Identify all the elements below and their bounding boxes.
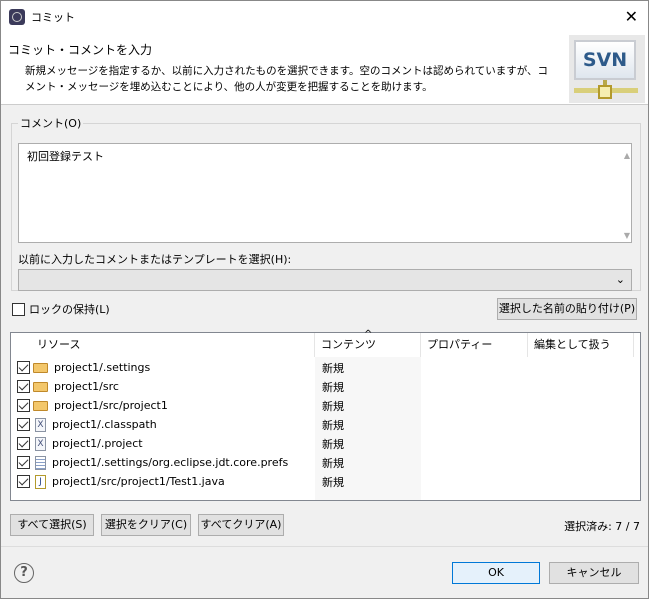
title-bar: コミット ✕ xyxy=(1,1,648,33)
clear-all-button[interactable]: すべてクリア(A) xyxy=(198,514,284,536)
column-treat-as-edit[interactable]: 編集として扱う xyxy=(528,333,634,357)
row-checkbox[interactable] xyxy=(17,418,30,431)
xml-file-icon: X xyxy=(35,417,46,432)
resource-name: project1/.settings xyxy=(54,361,151,374)
row-checkbox[interactable] xyxy=(17,475,30,488)
sort-ascending-icon: ^ xyxy=(364,329,373,340)
comment-group: コメント(O) 初回登録テスト ▲ ▼ 以前に入力したコメントまたはテンプレート… xyxy=(11,115,641,291)
help-icon[interactable]: ? xyxy=(14,563,34,583)
java-file-icon: J xyxy=(35,474,46,489)
row-checkbox[interactable] xyxy=(17,456,30,469)
resource-content: 新規 xyxy=(322,380,344,394)
resource-table: リソース コンテンツ ^ プロパティー 編集として扱う project1/.se… xyxy=(10,329,641,501)
dialog-header: コミット・コメントを入力 新規メッセージを指定するか、以前に入力されたものを選択… xyxy=(1,33,648,105)
table-row[interactable]: project1/.settings 新規 xyxy=(11,358,640,377)
resource-content: 新規 xyxy=(322,437,344,451)
resource-content: 新規 xyxy=(322,399,344,413)
clear-selection-button[interactable]: 選択をクリア(C) xyxy=(101,514,191,536)
scroll-up-icon[interactable]: ▲ xyxy=(624,151,630,160)
row-checkbox[interactable] xyxy=(17,437,30,450)
folder-icon xyxy=(33,381,48,392)
resource-name: project1/.settings/org.eclipse.jdt.core.… xyxy=(52,456,289,469)
cancel-button[interactable]: キャンセル xyxy=(549,562,639,584)
select-all-button[interactable]: すべて選択(S) xyxy=(10,514,94,536)
resource-content: 新規 xyxy=(322,475,344,489)
template-label: 以前に入力したコメントまたはテンプレートを選択(H): xyxy=(18,253,292,266)
svn-logo: SVN xyxy=(569,35,645,103)
header-description: 新規メッセージを指定するか、以前に入力されたものを選択できます。空のコメントは認… xyxy=(25,65,549,93)
table-row[interactable]: project1/src 新規 xyxy=(11,377,640,396)
resource-content: 新規 xyxy=(322,361,344,375)
row-checkbox[interactable] xyxy=(17,380,30,393)
resource-name: project1/.project xyxy=(52,437,143,450)
ok-button[interactable]: OK xyxy=(452,562,540,584)
table-row[interactable]: Xproject1/.project 新規 xyxy=(11,434,640,453)
resource-name: project1/src xyxy=(54,380,119,393)
resource-content: 新規 xyxy=(322,418,344,432)
close-icon[interactable]: ✕ xyxy=(625,7,638,26)
template-select[interactable]: ⌄ xyxy=(18,269,632,291)
row-checkbox[interactable] xyxy=(17,399,30,412)
window-title: コミット xyxy=(31,11,75,24)
resource-content: 新規 xyxy=(322,456,344,470)
table-row[interactable]: Xproject1/.classpath 新規 xyxy=(11,415,640,434)
column-resource[interactable]: リソース xyxy=(31,333,315,357)
table-row[interactable]: Jproject1/src/project1/Test1.java 新規 xyxy=(11,472,640,491)
app-icon xyxy=(9,9,25,25)
resource-name: project1/src/project1 xyxy=(54,399,168,412)
header-title: コミット・コメントを入力 xyxy=(8,43,153,57)
paste-names-button[interactable]: 選択した名前の貼り付け(P) xyxy=(497,298,637,320)
checkbox[interactable] xyxy=(12,302,25,316)
table-row[interactable]: project1/.settings/org.eclipse.jdt.core.… xyxy=(11,453,640,472)
folder-icon xyxy=(33,362,48,373)
text-file-icon xyxy=(35,455,46,470)
row-checkbox[interactable] xyxy=(17,361,30,374)
commit-dialog: コミット ✕ コミット・コメントを入力 新規メッセージを指定するか、以前に入力さ… xyxy=(0,0,649,599)
comment-label: コメント(O) xyxy=(20,117,82,130)
resource-name: project1/.classpath xyxy=(52,418,157,431)
keep-locks-label: ロックの保持(L) xyxy=(29,303,110,316)
chevron-down-icon: ⌄ xyxy=(615,273,625,286)
selected-count: 選択済み: 7 / 7 xyxy=(564,520,640,533)
scroll-down-icon[interactable]: ▼ xyxy=(624,231,630,240)
comment-input[interactable]: 初回登録テスト xyxy=(18,143,632,243)
keep-locks-checkbox[interactable]: ロックの保持(L) xyxy=(12,301,110,317)
column-properties[interactable]: プロパティー xyxy=(421,333,528,357)
resource-name: project1/src/project1/Test1.java xyxy=(52,475,225,488)
svn-logo-text: SVN xyxy=(574,40,636,80)
xml-file-icon: X xyxy=(35,436,46,451)
folder-icon xyxy=(33,400,48,411)
table-row[interactable]: project1/src/project1 新規 xyxy=(11,396,640,415)
